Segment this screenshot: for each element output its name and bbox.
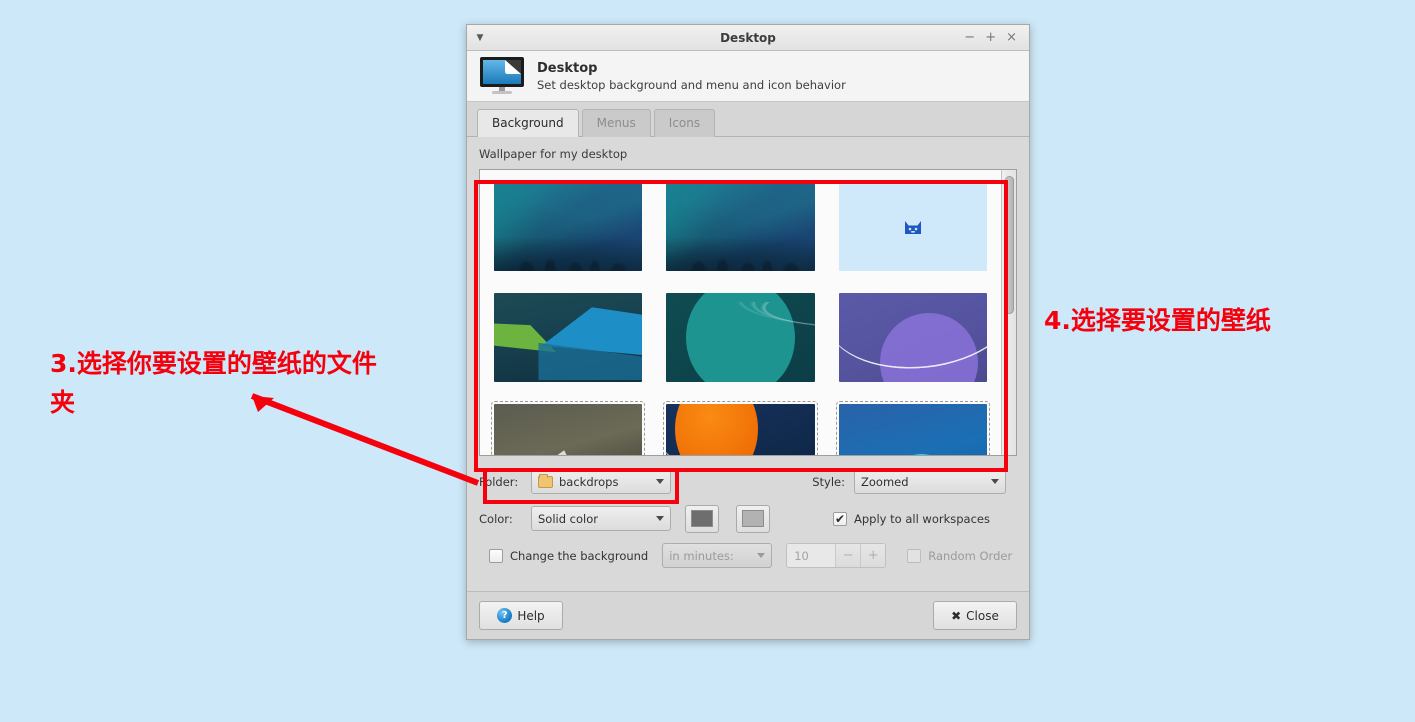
wallpaper-thumb-aurora-forest-blue-2[interactable] bbox=[666, 182, 815, 271]
folder-combobox[interactable]: backdrops bbox=[531, 469, 671, 494]
window-title: Desktop bbox=[720, 30, 776, 45]
wallpaper-thumb-geometric-green-blue[interactable] bbox=[494, 293, 643, 382]
tab-menus[interactable]: Menus bbox=[581, 109, 651, 137]
change-background-checkbox[interactable]: Change the background bbox=[489, 548, 649, 563]
apply-all-checkbox-box[interactable]: ✔ bbox=[833, 511, 847, 526]
scrollbar-thumb[interactable] bbox=[1005, 176, 1014, 314]
color-swatch-primary[interactable] bbox=[685, 504, 719, 533]
window-titlebar[interactable]: ▼ Desktop − + × bbox=[467, 25, 1029, 51]
dialog-subtitle: Set desktop background and menu and icon… bbox=[537, 77, 846, 92]
interval-spinner[interactable]: 10 − + bbox=[786, 543, 887, 568]
interval-value: in minutes: bbox=[669, 548, 734, 563]
apply-all-workspaces-checkbox[interactable]: ✔ Apply to all workspaces bbox=[833, 511, 990, 526]
wallpaper-thumb-cyan-orb-blue[interactable] bbox=[835, 401, 990, 455]
change-background-checkbox-box[interactable] bbox=[489, 548, 503, 563]
wallpaper-thumb-aurora-forest-blue[interactable] bbox=[494, 182, 643, 271]
chevron-down-icon[interactable]: ▼ bbox=[467, 25, 493, 51]
xfce-mouse-icon bbox=[904, 220, 921, 234]
tab-icons[interactable]: Icons bbox=[653, 109, 716, 137]
style-combobox[interactable]: Zoomed bbox=[854, 469, 1006, 494]
annotation-text-left: 3.选择你要设置的壁纸的文件夹 bbox=[50, 349, 377, 417]
color-row: Color: Solid color ✔ Apply to all worksp… bbox=[479, 503, 1017, 534]
style-value: Zoomed bbox=[861, 474, 909, 489]
close-button-label: Close bbox=[966, 608, 999, 623]
wallpaper-thumb-purple-orb-streaks[interactable] bbox=[838, 293, 987, 382]
chevron-down-icon bbox=[991, 479, 999, 484]
spinner-increment-button[interactable]: + bbox=[860, 544, 886, 567]
tabstrip: Background Menus Icons bbox=[467, 102, 1029, 137]
random-order-label: Random Order bbox=[928, 548, 1013, 563]
help-button-label: Help bbox=[517, 608, 545, 623]
chevron-down-icon bbox=[656, 479, 664, 484]
desktop-monitor-icon bbox=[480, 57, 524, 94]
wallpaper-thumb-orange-sun-navy[interactable] bbox=[663, 401, 818, 455]
dialog-footer: ? Help ✖ Close bbox=[467, 591, 1029, 639]
spinner-value[interactable]: 10 bbox=[787, 544, 836, 567]
folder-icon bbox=[538, 473, 553, 488]
close-icon: ✖ bbox=[951, 608, 962, 623]
background-tab-panel: Wallpaper for my desktop Folder: backdro… bbox=[467, 136, 1029, 591]
color-value: Solid color bbox=[538, 511, 598, 526]
interval-combobox[interactable]: in minutes: bbox=[662, 543, 773, 568]
annotation-text-right: 4.选择要设置的壁纸 bbox=[1044, 306, 1271, 335]
wallpaper-thumb-sand-shard-grey[interactable] bbox=[490, 401, 646, 455]
help-button[interactable]: ? Help bbox=[479, 601, 563, 630]
folder-value: backdrops bbox=[559, 474, 619, 489]
random-order-checkbox-box[interactable] bbox=[907, 548, 922, 563]
color-swatch-secondary-fill bbox=[742, 510, 764, 527]
wallpaper-list bbox=[479, 169, 1017, 456]
dialog-header: Desktop Set desktop background and menu … bbox=[467, 51, 1029, 102]
tabs-area: Background Menus Icons Wallpaper for my … bbox=[467, 102, 1029, 591]
close-button[interactable]: ✖ Close bbox=[933, 601, 1017, 630]
wallpaper-thumb-teal-circle-waves[interactable] bbox=[666, 293, 815, 382]
spinner-decrement-button[interactable]: − bbox=[835, 544, 861, 567]
style-label: Style: bbox=[812, 474, 845, 489]
folder-style-row: Folder: backdrops Style: Zoomed bbox=[479, 466, 1017, 497]
screenshot-root: ▼ Desktop − + × Desktop Set desktop back… bbox=[0, 0, 1415, 722]
tab-background[interactable]: Background bbox=[477, 109, 579, 137]
random-order-checkbox[interactable]: Random Order bbox=[907, 548, 1013, 563]
close-window-button[interactable]: × bbox=[1006, 31, 1017, 44]
window-controls: − + × bbox=[964, 31, 1029, 44]
dialog-title: Desktop bbox=[537, 60, 598, 76]
maximize-button[interactable]: + bbox=[985, 31, 996, 44]
folder-label: Folder: bbox=[479, 474, 519, 489]
chevron-down-icon bbox=[757, 553, 766, 558]
change-background-row: Change the background in minutes: 10 − + bbox=[479, 540, 1017, 571]
wallpaper-scrollbar[interactable] bbox=[1001, 170, 1016, 455]
chevron-down-icon bbox=[656, 516, 664, 521]
change-background-label: Change the background bbox=[510, 548, 649, 563]
desktop-settings-window: ▼ Desktop − + × Desktop Set desktop back… bbox=[466, 24, 1030, 640]
minimize-button[interactable]: − bbox=[964, 31, 975, 44]
color-combobox[interactable]: Solid color bbox=[531, 506, 671, 531]
color-swatch-secondary[interactable] bbox=[736, 504, 770, 533]
wallpaper-grid bbox=[480, 170, 1001, 455]
color-swatch-primary-fill bbox=[691, 510, 713, 527]
apply-all-label: Apply to all workspaces bbox=[854, 511, 990, 526]
color-label: Color: bbox=[479, 511, 513, 526]
help-icon: ? bbox=[497, 608, 513, 623]
background-controls: Folder: backdrops Style: Zoomed Color: S… bbox=[479, 456, 1017, 571]
check-icon: ✔ bbox=[834, 511, 846, 526]
wallpaper-section-label: Wallpaper for my desktop bbox=[479, 147, 628, 161]
wallpaper-thumb-xfce-mouse-light-blue[interactable] bbox=[838, 182, 987, 271]
